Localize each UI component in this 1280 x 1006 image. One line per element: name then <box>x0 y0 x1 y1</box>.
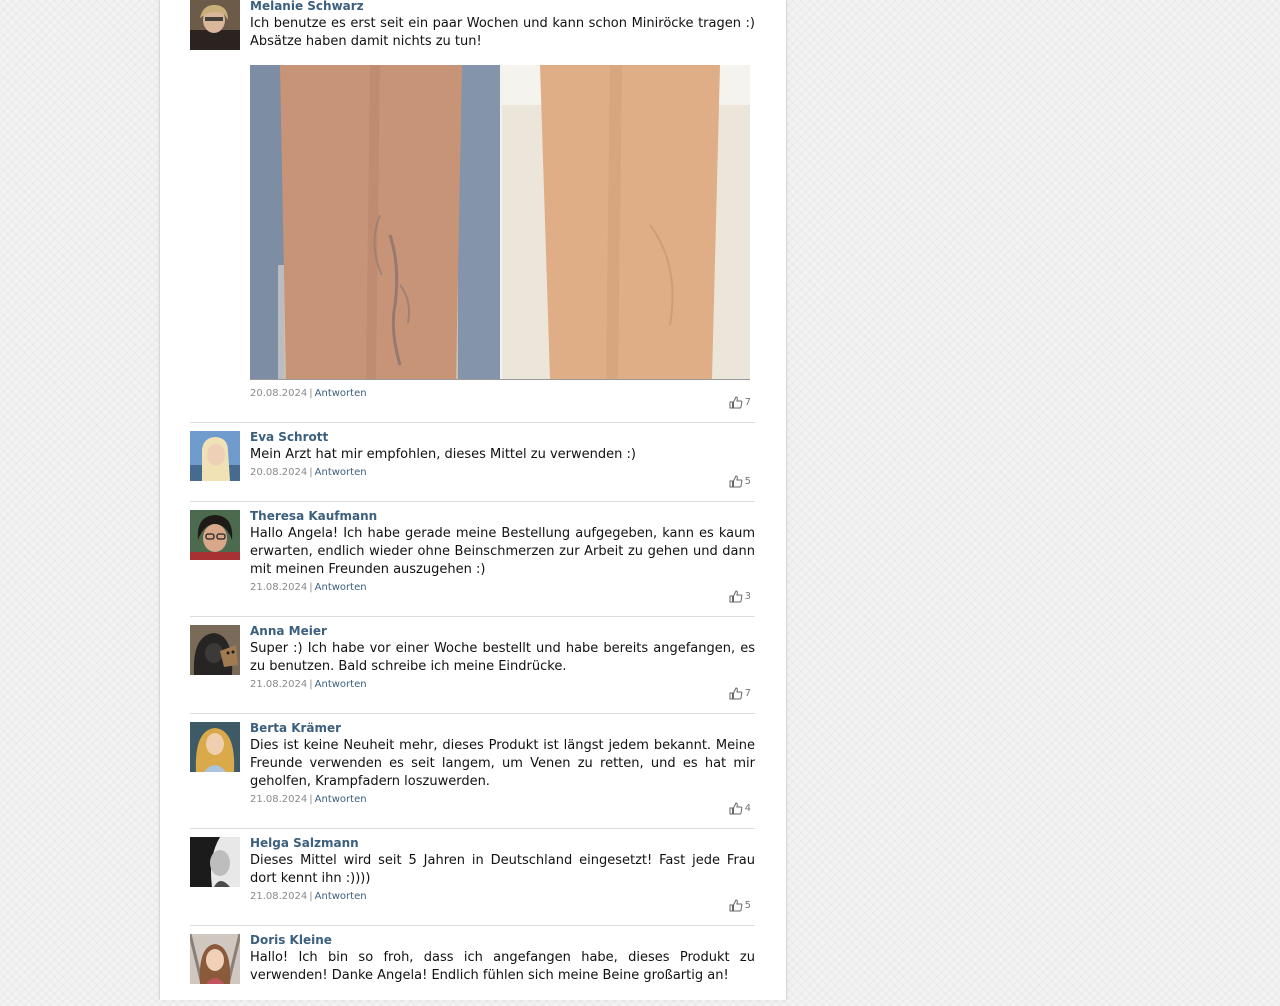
comment-text: Super :) Ich habe vor einer Woche bestel… <box>250 641 755 674</box>
like-button[interactable]: 5 <box>729 899 751 912</box>
reply-link[interactable]: Antworten <box>315 582 367 593</box>
comment-text: Dieses Mittel wird seit 5 Jahren in Deut… <box>250 853 755 886</box>
comment: Helga Salzmann Dieses Mittel wird seit 5… <box>190 829 755 926</box>
before-after-photo <box>250 65 750 380</box>
thumbs-up-icon <box>729 475 742 488</box>
avatar <box>190 0 240 50</box>
reply-link[interactable]: Antworten <box>315 388 367 399</box>
like-count: 3 <box>744 591 751 602</box>
comment-meta: 21.08.2024 | Antworten <box>250 891 367 902</box>
comment-date: 20.08.2024 <box>250 388 308 399</box>
thumbs-up-icon <box>729 899 742 912</box>
comment: Eva Schrott Mein Arzt hat mir empfohlen,… <box>190 423 755 502</box>
comment-meta: 20.08.2024 | Antworten <box>250 467 367 478</box>
avatar <box>190 625 240 675</box>
comment-text: Hallo Angela! Ich habe gerade meine Best… <box>250 526 755 577</box>
reply-link[interactable]: Antworten <box>315 794 367 805</box>
like-button[interactable]: 4 <box>729 802 751 815</box>
comment-author[interactable]: Anna Meier <box>250 623 755 639</box>
comment: Melanie Schwarz Ich benutze es erst seit… <box>190 0 755 423</box>
like-count: 5 <box>744 476 751 487</box>
comment-meta: 21.08.2024 | Antworten <box>250 679 367 690</box>
comment-text: Dies ist keine Neuheit mehr, dieses Prod… <box>250 738 755 789</box>
comment-date: 21.08.2024 <box>250 794 308 805</box>
comment-date: 21.08.2024 <box>250 679 308 690</box>
comment-author[interactable]: Doris Kleine <box>250 932 755 948</box>
like-count: 5 <box>744 900 751 911</box>
comment-meta: 20.08.2024 | Antworten <box>250 388 367 399</box>
comments-page: Melanie Schwarz Ich benutze es erst seit… <box>159 0 787 1000</box>
comment-list: Melanie Schwarz Ich benutze es erst seit… <box>190 0 755 1006</box>
avatar <box>190 431 240 481</box>
comment-text: Ich benutze es erst seit ein paar Wochen… <box>250 16 755 49</box>
thumbs-up-icon <box>729 396 742 409</box>
like-button[interactable]: 7 <box>729 687 751 700</box>
like-count: 7 <box>744 688 751 699</box>
comment: Theresa Kaufmann Hallo Angela! Ich habe … <box>190 502 755 617</box>
thumbs-up-icon <box>729 687 742 700</box>
comment-author[interactable]: Berta Krämer <box>250 720 755 736</box>
comment-author[interactable]: Melanie Schwarz <box>250 0 755 14</box>
comment-meta: 21.08.2024 | Antworten <box>250 794 367 805</box>
like-button[interactable]: 7 <box>729 396 751 409</box>
reply-link[interactable]: Antworten <box>315 891 367 902</box>
comment-author[interactable]: Theresa Kaufmann <box>250 508 755 524</box>
like-count: 4 <box>744 803 751 814</box>
comment-text: Mein Arzt hat mir empfohlen, dieses Mitt… <box>250 447 636 462</box>
comment: Anna Meier Super :) Ich habe vor einer W… <box>190 617 755 714</box>
comment-date: 21.08.2024 <box>250 891 308 902</box>
avatar <box>190 837 240 887</box>
comment-author[interactable]: Eva Schrott <box>250 429 755 445</box>
comment-author[interactable]: Helga Salzmann <box>250 835 755 851</box>
comment-text: Hallo! Ich bin so froh, dass ich angefan… <box>250 950 755 983</box>
thumbs-up-icon <box>729 802 742 815</box>
like-button[interactable]: 5 <box>729 475 751 488</box>
avatar <box>190 510 240 560</box>
like-button[interactable]: 3 <box>729 590 751 603</box>
comment-date: 20.08.2024 <box>250 467 308 478</box>
comment: Doris Kleine Hallo! Ich bin so froh, das… <box>190 926 755 1006</box>
reply-link[interactable]: Antworten <box>315 679 367 690</box>
thumbs-up-icon <box>729 590 742 603</box>
comment: Berta Krämer Dies ist keine Neuheit mehr… <box>190 714 755 829</box>
comment-date: 21.08.2024 <box>250 582 308 593</box>
avatar <box>190 934 240 984</box>
avatar <box>190 722 240 772</box>
reply-link[interactable]: Antworten <box>315 467 367 478</box>
like-count: 7 <box>744 397 751 408</box>
comment-meta: 21.08.2024 | Antworten <box>250 582 367 593</box>
